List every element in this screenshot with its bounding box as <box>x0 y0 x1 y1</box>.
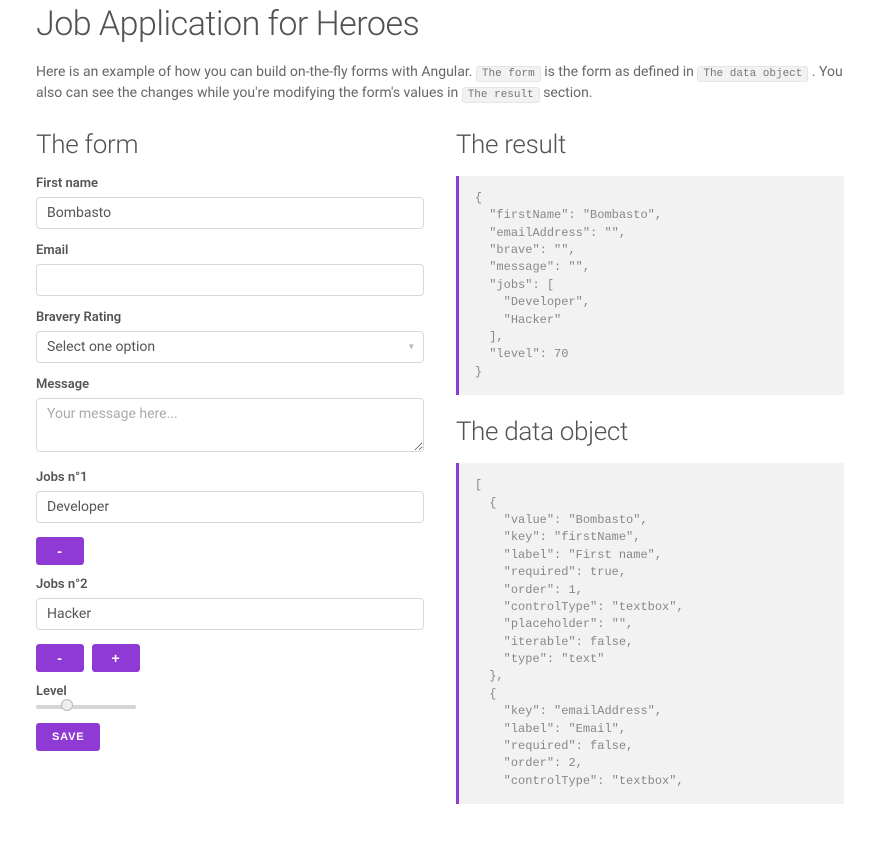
data-json-block: [ { "value": "Bombasto", "key": "firstNa… <box>456 463 844 804</box>
code-the-result: The result <box>462 87 540 103</box>
input-job-1[interactable] <box>36 491 424 523</box>
field-email: Email <box>36 243 424 296</box>
label-bravery: Bravery Rating <box>36 310 424 325</box>
field-bravery: Bravery Rating Select one option ▾ <box>36 310 424 363</box>
remove-job-1-button[interactable]: - <box>36 537 84 565</box>
page-title: Job Application for Heroes <box>36 0 844 44</box>
slider-level[interactable] <box>36 705 136 709</box>
input-job-2[interactable] <box>36 598 424 630</box>
textarea-message[interactable] <box>36 398 424 452</box>
field-job-2: Jobs n°2 <box>36 577 424 630</box>
intro-paragraph: Here is an example of how you can build … <box>36 62 844 104</box>
label-level: Level <box>36 684 424 699</box>
code-the-form: The form <box>476 66 541 82</box>
field-message: Message <box>36 377 424 456</box>
label-email: Email <box>36 243 424 258</box>
intro-text-4: section. <box>543 85 592 101</box>
add-job-button[interactable]: + <box>92 644 140 672</box>
label-message: Message <box>36 377 424 392</box>
intro-text-1: Here is an example of how you can build … <box>36 64 476 80</box>
field-level: Level <box>36 684 424 709</box>
label-job-2: Jobs n°2 <box>36 577 424 592</box>
label-job-1: Jobs n°1 <box>36 470 424 485</box>
select-bravery[interactable]: Select one option <box>36 331 424 363</box>
result-heading: The result <box>456 130 844 160</box>
field-first-name: First name <box>36 176 424 229</box>
form-heading: The form <box>36 130 424 160</box>
save-button[interactable]: Save <box>36 723 100 751</box>
field-job-1: Jobs n°1 <box>36 470 424 523</box>
intro-text-2: is the form as defined in <box>544 64 697 80</box>
input-email[interactable] <box>36 264 424 296</box>
data-heading: The data object <box>456 417 844 447</box>
result-json-block: { "firstName": "Bombasto", "emailAddress… <box>456 176 844 395</box>
label-first-name: First name <box>36 176 424 191</box>
input-first-name[interactable] <box>36 197 424 229</box>
code-the-data-object: The data object <box>697 66 808 82</box>
remove-job-2-button[interactable]: - <box>36 644 84 672</box>
